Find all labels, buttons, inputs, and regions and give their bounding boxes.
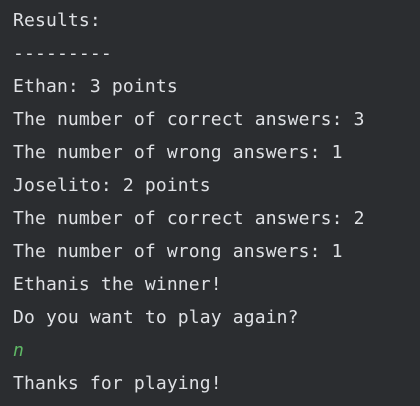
- farewell-message: Thanks for playing!: [13, 373, 222, 394]
- player-2-correct-count: The number of correct answers: 2: [13, 208, 365, 229]
- player-2-wrong-count: The number of wrong answers: 1: [13, 241, 343, 262]
- user-input-answer: n: [13, 340, 24, 361]
- results-heading: Results:: [13, 10, 101, 31]
- winner-announcement: Ethanis the winner!: [13, 274, 222, 295]
- play-again-prompt: Do you want to play again?: [13, 307, 299, 328]
- separator-line: ---------: [13, 43, 112, 64]
- console-output-panel[interactable]: Results: --------- Ethan: 3 points The n…: [0, 0, 420, 406]
- player-2-score: Joselito: 2 points: [13, 175, 211, 196]
- player-1-wrong-count: The number of wrong answers: 1: [13, 142, 343, 163]
- player-1-score: Ethan: 3 points: [13, 76, 178, 97]
- player-1-correct-count: The number of correct answers: 3: [13, 109, 365, 130]
